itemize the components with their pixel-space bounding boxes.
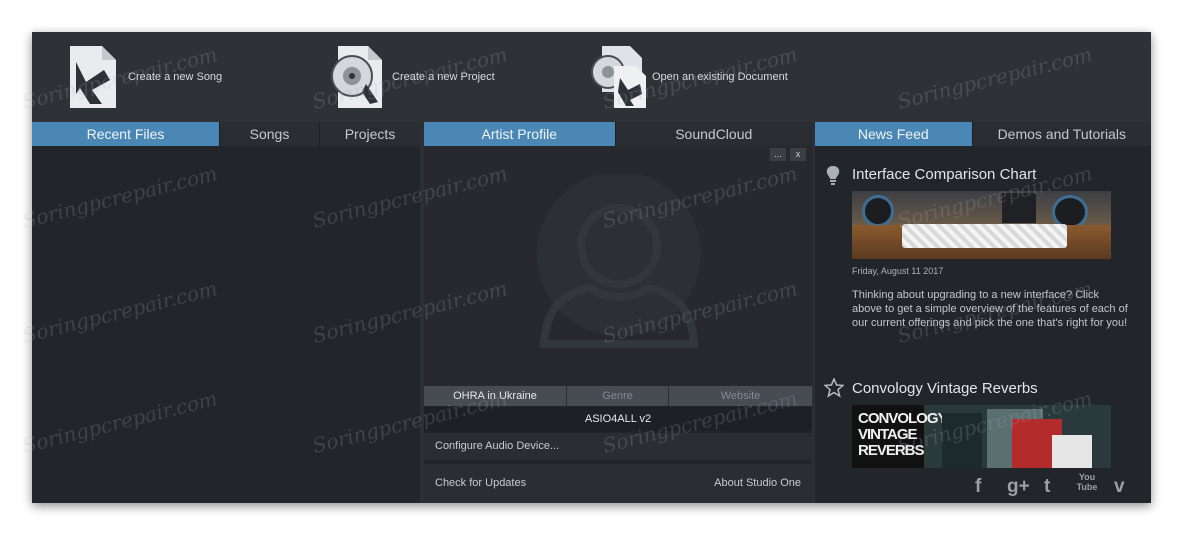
- project-document-icon: [330, 44, 386, 110]
- website-field[interactable]: Website: [669, 386, 812, 406]
- right-tab-bar: News Feed Demos and Tutorials: [815, 122, 1151, 146]
- news-feed-panel: News Feed Demos and Tutorials Interface …: [815, 122, 1151, 503]
- update-about-row: Check for Updates About Studio One: [424, 464, 812, 503]
- tab-songs[interactable]: Songs: [220, 122, 320, 146]
- tab-soundcloud[interactable]: SoundCloud: [616, 122, 813, 146]
- artist-image-area[interactable]: ... x: [424, 146, 812, 386]
- create-project-label: Create a new Project: [392, 71, 495, 83]
- avatar-placeholder-icon: [537, 174, 701, 348]
- studio-one-start-page: Create a new Song Create a new Project O…: [32, 32, 1151, 503]
- tab-recent-files[interactable]: Recent Files: [32, 122, 220, 146]
- convology-logo-text: CONVOLOGY VINTAGE REVERBS: [858, 410, 948, 459]
- profile-field-row: OHRA in Ukraine Genre Website: [424, 386, 812, 406]
- about-studio-one-link[interactable]: About Studio One: [714, 464, 801, 503]
- left-tab-bar: Recent Files Songs Projects: [32, 122, 420, 146]
- twitter-icon[interactable]: t: [1044, 476, 1050, 498]
- facebook-icon[interactable]: f: [975, 476, 981, 498]
- close-button[interactable]: x: [790, 148, 806, 161]
- vimeo-icon[interactable]: v: [1114, 476, 1125, 498]
- audio-device-name: ASIO4ALL v2: [424, 407, 812, 431]
- recent-files-panel: Recent Files Songs Projects: [32, 122, 420, 503]
- news-title-convology[interactable]: Convology Vintage Reverbs: [852, 380, 1038, 397]
- genre-field[interactable]: Genre: [567, 386, 669, 406]
- news-title-interface-chart[interactable]: Interface Comparison Chart: [852, 166, 1036, 183]
- tab-demos-tutorials[interactable]: Demos and Tutorials: [973, 122, 1151, 146]
- news-image-interface-chart[interactable]: [852, 191, 1111, 259]
- configure-audio-device-link[interactable]: Configure Audio Device...: [435, 440, 559, 452]
- star-icon: [824, 378, 844, 398]
- song-document-icon: [66, 44, 122, 110]
- more-options-button[interactable]: ...: [770, 148, 786, 161]
- news-body: Thinking about upgrading to a new interf…: [852, 289, 1128, 329]
- tab-projects[interactable]: Projects: [320, 122, 420, 146]
- open-document-action[interactable]: Open an existing Document: [590, 42, 788, 112]
- youtube-icon[interactable]: You Tube: [1076, 472, 1098, 492]
- tab-news-feed[interactable]: News Feed: [815, 122, 973, 146]
- create-song-label: Create a new Song: [128, 71, 223, 83]
- create-song-action[interactable]: Create a new Song: [66, 42, 222, 112]
- artist-profile-panel: Artist Profile SoundCloud ... x OHRA in …: [424, 122, 812, 503]
- check-for-updates-link[interactable]: Check for Updates: [435, 464, 526, 503]
- open-document-icon: [590, 44, 646, 110]
- create-project-action[interactable]: Create a new Project: [330, 42, 495, 112]
- middle-tab-bar: Artist Profile SoundCloud: [424, 122, 812, 146]
- lightbulb-icon: [826, 166, 840, 185]
- top-action-bar: Create a new Song Create a new Project O…: [32, 32, 1151, 122]
- configure-audio-row: Configure Audio Device...: [424, 433, 812, 460]
- news-image-convology[interactable]: CONVOLOGY VINTAGE REVERBS: [852, 405, 1111, 468]
- artist-name-field[interactable]: OHRA in Ukraine: [424, 386, 567, 406]
- google-plus-icon[interactable]: g+: [1007, 476, 1030, 498]
- news-date: Friday, August 11 2017: [852, 266, 944, 276]
- tab-artist-profile[interactable]: Artist Profile: [424, 122, 616, 146]
- open-document-label: Open an existing Document: [652, 71, 788, 83]
